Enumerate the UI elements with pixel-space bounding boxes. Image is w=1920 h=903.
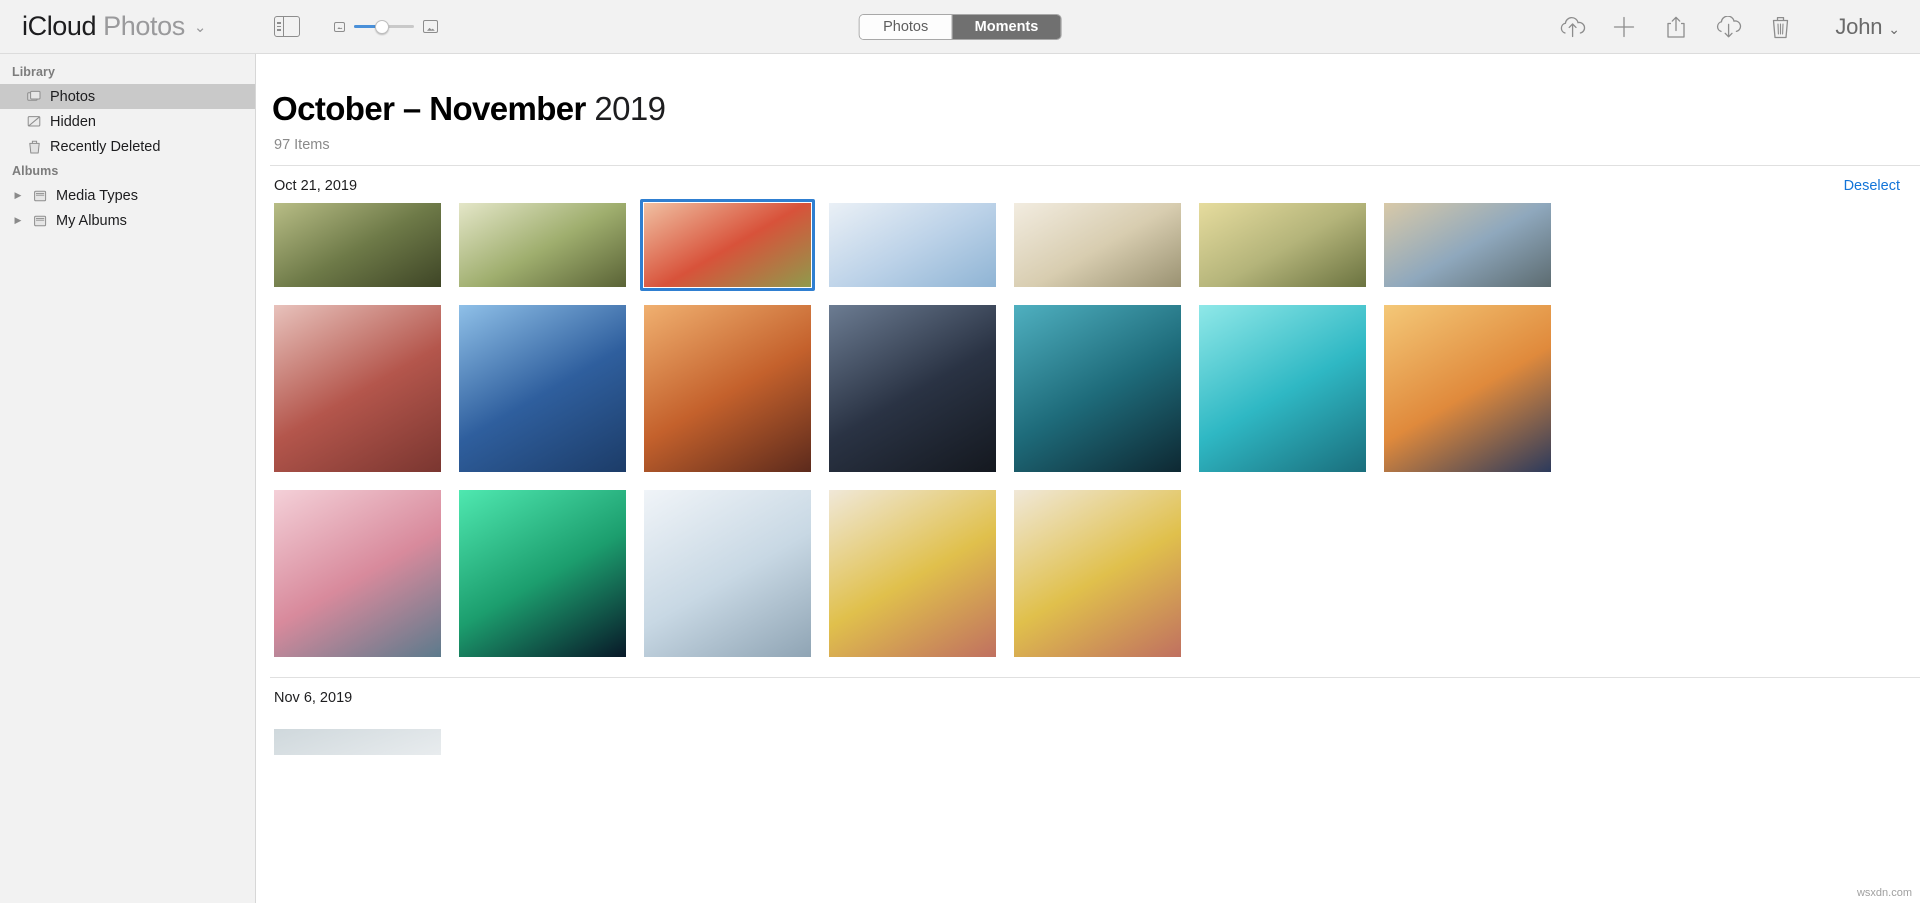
chevron-right-icon[interactable]: ▶	[12, 190, 24, 201]
photo-white-roses[interactable]	[1014, 203, 1181, 287]
sidebar-toggle-lines	[275, 17, 285, 36]
folder-icon	[32, 213, 48, 228]
photo-night-city-street[interactable]	[829, 305, 996, 472]
folder-icon	[32, 188, 48, 203]
page-title: October – November 2019	[270, 90, 1920, 128]
sidebar-item-my-albums[interactable]: ▶ My Albums	[0, 208, 255, 233]
deselect-button[interactable]: Deselect	[1844, 178, 1900, 194]
slider-thumb[interactable]	[374, 19, 389, 34]
trash-icon	[26, 139, 42, 154]
add-icon[interactable]	[1609, 12, 1639, 42]
brand-icloud-label: iCloud	[22, 11, 97, 41]
photo-grid-row-1	[270, 199, 1920, 291]
share-icon[interactable]	[1661, 12, 1691, 42]
page-title-range: October – November	[272, 90, 586, 127]
sidebar-item-hidden[interactable]: Hidden	[0, 109, 255, 134]
sidebar-item-label: Hidden	[50, 113, 96, 130]
chevron-down-icon[interactable]: ⌄	[1888, 21, 1900, 38]
photo-grid-row-3	[270, 490, 1920, 657]
photo-desert-road[interactable]	[1384, 203, 1551, 287]
thumbnail-size-control[interactable]	[334, 19, 439, 35]
photo-blossom-tree[interactable]	[459, 203, 626, 287]
view-mode-segmented-control[interactable]: Photos Moments	[858, 13, 1062, 40]
user-name-label: John	[1835, 13, 1883, 39]
photo-red-leaf-hand[interactable]	[640, 199, 815, 291]
sidebar-item-label: Photos	[50, 88, 96, 105]
photo-birdhouse-autumn[interactable]	[274, 203, 441, 287]
photo-thumbnail[interactable]	[274, 729, 441, 755]
photo-yellow-leaves-wall-1[interactable]	[829, 490, 996, 657]
item-count-label: 97 Items	[274, 137, 330, 153]
top-toolbar: iCloud Photos ⌄ Photos Moments John ⌄	[0, 0, 1920, 54]
sidebar-toggle-icon[interactable]	[274, 16, 301, 37]
toolbar-actions: John ⌄	[1557, 12, 1900, 42]
photos-stack-icon	[26, 89, 42, 104]
sidebar-section-library: Library	[12, 65, 56, 79]
tab-moments[interactable]: Moments	[951, 14, 1061, 39]
chevron-right-icon[interactable]: ▶	[12, 215, 24, 226]
sidebar-line	[277, 25, 282, 28]
hidden-slash-icon	[26, 114, 42, 129]
date-group-header: Oct 21, 2019 Deselect	[270, 166, 1920, 203]
download-icon[interactable]	[1713, 12, 1743, 42]
watermark: wsxdn.com	[1856, 887, 1912, 899]
photo-blue-sky-clouds[interactable]	[829, 203, 996, 287]
tab-photos[interactable]: Photos	[859, 14, 952, 39]
large-thumbnail-icon[interactable]	[423, 20, 439, 33]
photo-eiffel-tower-sunset[interactable]	[1384, 305, 1551, 472]
app-body: Library Photos Hidden Recently Deleted A…	[0, 54, 1920, 903]
sidebar-line	[277, 29, 282, 31]
photo-snow-forest-river[interactable]	[644, 490, 811, 657]
chevron-down-icon[interactable]: ⌄	[194, 18, 207, 36]
sidebar: Library Photos Hidden Recently Deleted A…	[0, 54, 256, 903]
photo-heart-island-lagoon[interactable]	[1199, 305, 1366, 472]
small-thumbnail-icon[interactable]	[334, 21, 346, 32]
sidebar-line	[277, 22, 282, 24]
brand-photos-label: Photos	[103, 11, 185, 41]
date-label: Oct 21, 2019	[274, 178, 358, 194]
user-menu[interactable]: John ⌄	[1835, 14, 1900, 40]
photo-tiny-planet-castle[interactable]	[459, 305, 626, 472]
photo-aurora-borealis[interactable]	[459, 490, 626, 657]
main-content: October – November 2019 97 Items Oct 21,…	[256, 54, 1920, 903]
app-brand[interactable]: iCloud Photos ⌄	[22, 11, 206, 42]
zoom-slider[interactable]	[354, 19, 415, 35]
photo-grid-row-2	[270, 305, 1920, 472]
sidebar-item-label: Media Types	[56, 187, 138, 204]
sidebar-item-recently-deleted[interactable]: Recently Deleted	[0, 134, 255, 159]
upload-icon[interactable]	[1557, 12, 1587, 42]
page-title-year: 2019	[594, 90, 666, 127]
photo-city-skyline-dusk[interactable]	[1014, 305, 1181, 472]
photo-pink-blossom-wall[interactable]	[274, 305, 441, 472]
photo-sunset-palm-street[interactable]	[644, 305, 811, 472]
photo-pink-clouds-lake[interactable]	[274, 490, 441, 657]
sidebar-item-label: Recently Deleted	[50, 138, 161, 155]
photo-yellow-flower[interactable]	[1199, 203, 1366, 287]
sidebar-item-label: My Albums	[56, 212, 127, 229]
date-group-header-2: Nov 6, 2019	[270, 678, 1920, 715]
sidebar-item-media-types[interactable]: ▶ Media Types	[0, 183, 255, 208]
date-label: Nov 6, 2019	[274, 690, 353, 706]
sidebar-section-albums: Albums	[12, 164, 59, 178]
photo-yellow-leaves-wall-2[interactable]	[1014, 490, 1181, 657]
photo-grid-row-partial	[270, 729, 1920, 755]
trash-icon[interactable]	[1765, 12, 1795, 42]
sidebar-item-photos[interactable]: Photos	[0, 84, 255, 109]
